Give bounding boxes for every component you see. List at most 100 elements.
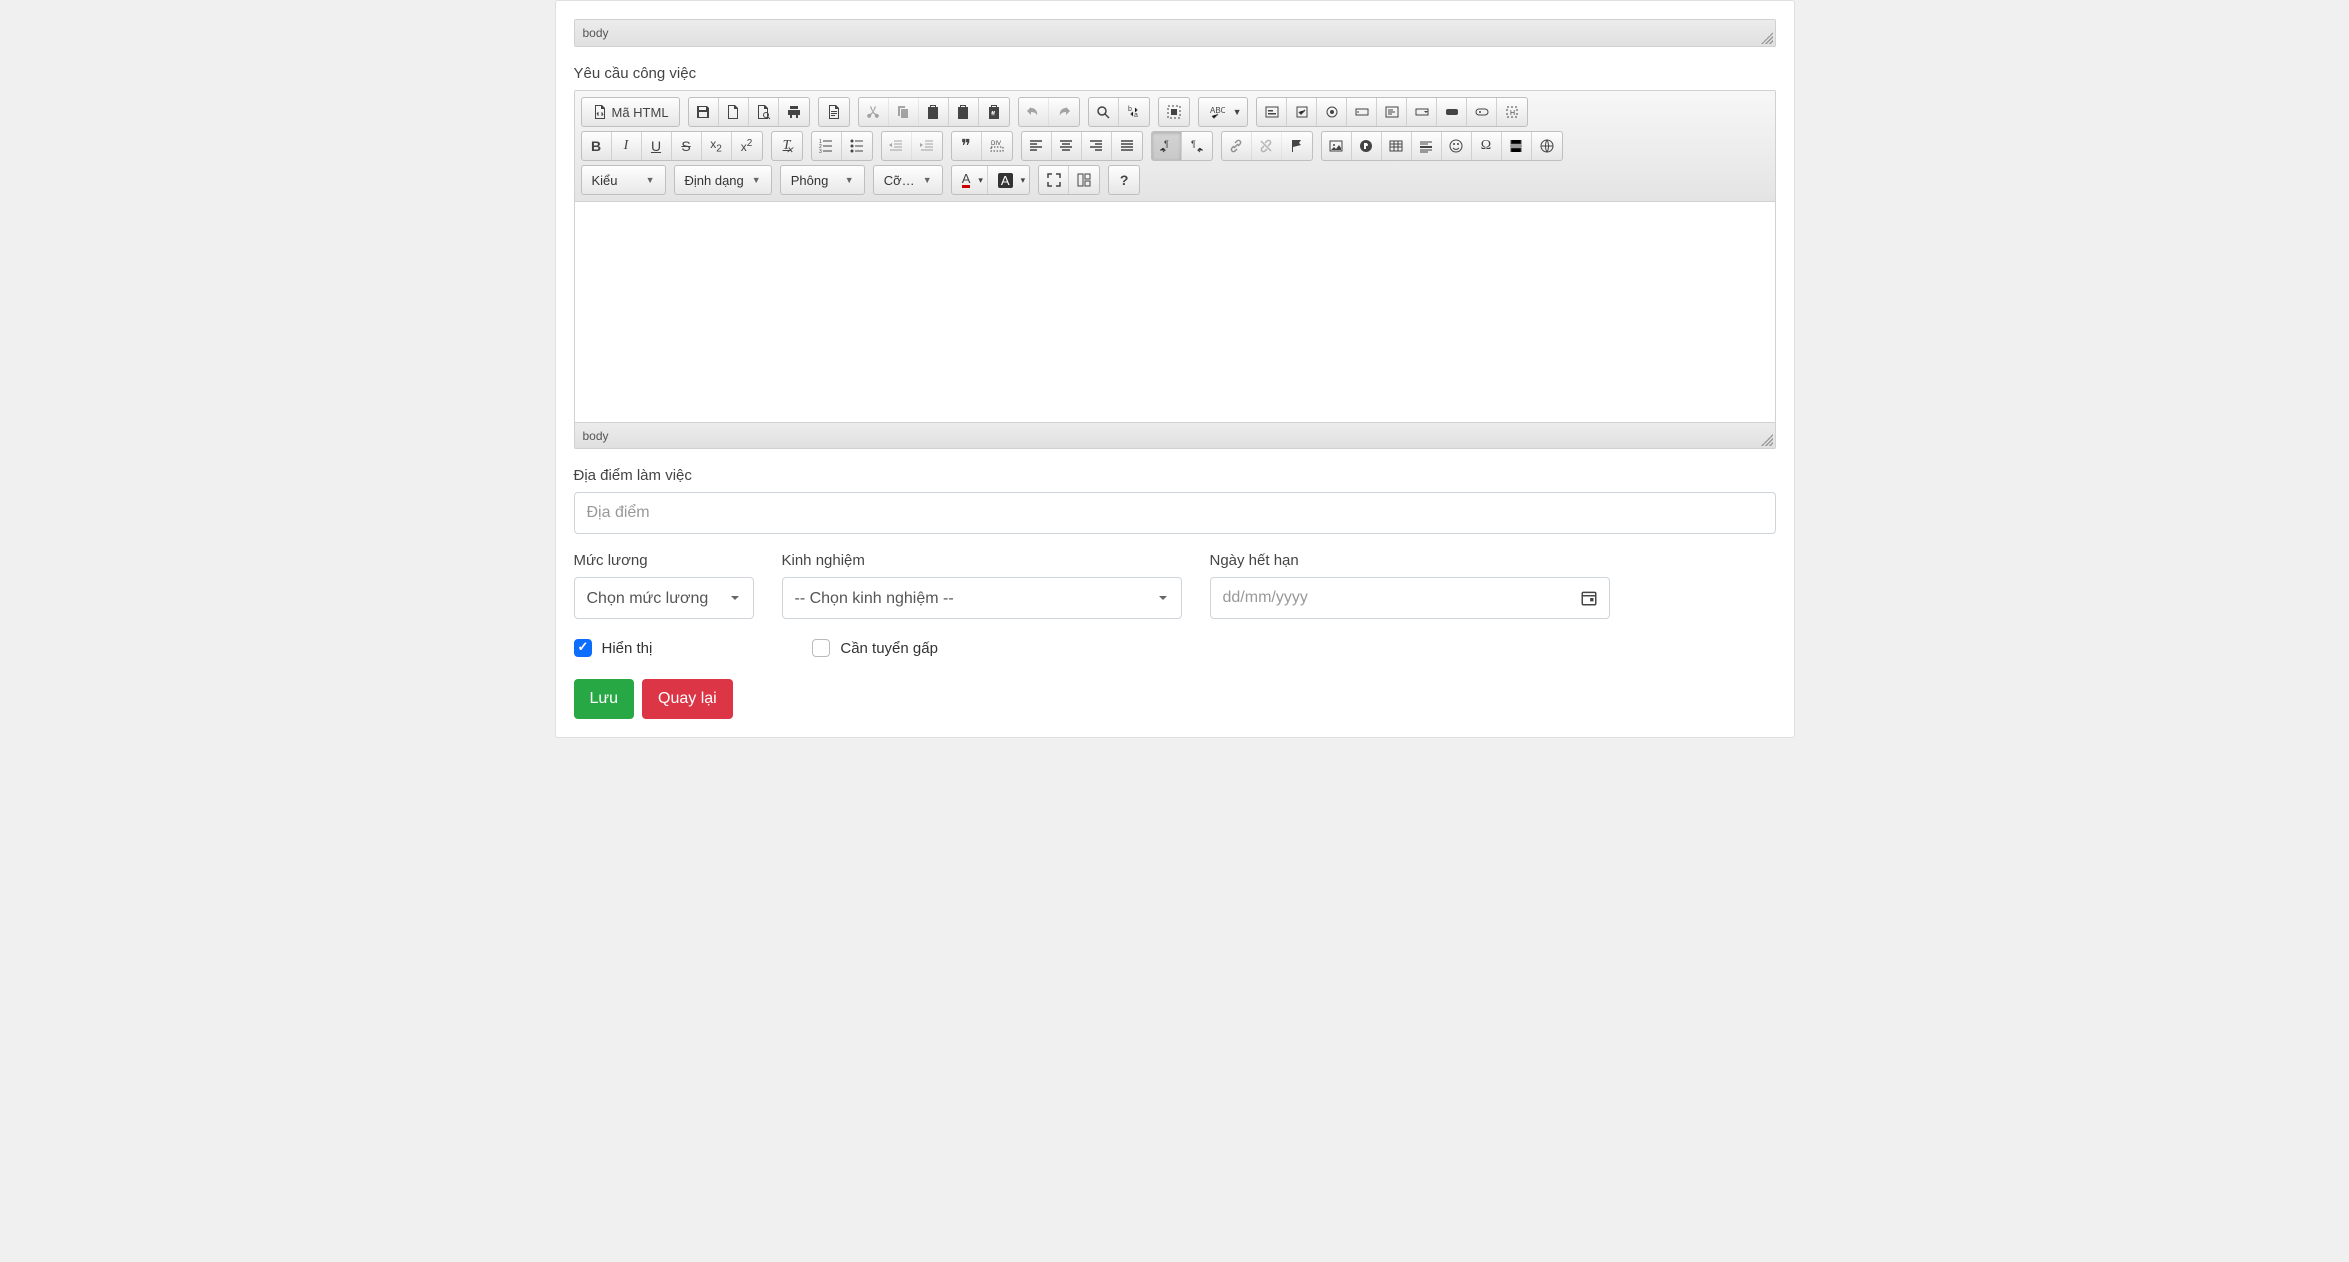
justifyleft-button[interactable] <box>1022 132 1052 160</box>
underline-button[interactable]: U <box>642 132 672 160</box>
maximize-button[interactable] <box>1039 166 1069 194</box>
urgent-check[interactable]: Cần tuyển gấp <box>812 639 938 657</box>
font-combo[interactable]: Phông▼ <box>780 165 865 195</box>
radio-icon <box>1324 104 1340 120</box>
removeformat-button[interactable]: T✕ <box>772 132 802 160</box>
back-button[interactable]: Quay lại <box>642 679 733 719</box>
pagebreak-button[interactable] <box>1502 132 1532 160</box>
cut-button[interactable] <box>859 98 889 126</box>
iframe-button[interactable] <box>1532 132 1562 160</box>
visible-checkbox[interactable] <box>574 639 592 657</box>
justifycenter-button[interactable] <box>1052 132 1082 160</box>
file-code-icon <box>592 104 608 120</box>
form-button[interactable] <box>1257 98 1287 126</box>
superscript-button[interactable]: x2 <box>732 132 762 160</box>
experience-select[interactable]: -- Chọn kinh nghiệm -- <box>782 577 1182 619</box>
strike-button[interactable]: S <box>672 132 702 160</box>
templates-icon <box>826 104 842 120</box>
textfield-icon <box>1354 104 1370 120</box>
pastetext-button[interactable] <box>949 98 979 126</box>
spellcheck-button[interactable]: ABC▼ <box>1199 98 1248 126</box>
styles-combo[interactable]: Kiểu▼ <box>581 165 666 195</box>
undo-button[interactable] <box>1019 98 1049 126</box>
paste-button[interactable] <box>919 98 949 126</box>
size-combo[interactable]: Cỡ…▼ <box>873 165 943 195</box>
subscript-button[interactable]: x2 <box>702 132 732 160</box>
checkbox-button[interactable] <box>1287 98 1317 126</box>
anchor-button[interactable] <box>1282 132 1312 160</box>
indent-icon <box>919 138 935 154</box>
flag-icon <box>1289 138 1305 154</box>
selectall-button[interactable] <box>1159 98 1189 126</box>
editor-1-path: body <box>583 26 609 40</box>
button-button[interactable] <box>1437 98 1467 126</box>
salary-select[interactable]: Chọn mức lương <box>574 577 754 619</box>
removeformat-icon: T✕ <box>783 138 791 154</box>
newpage-icon <box>725 104 741 120</box>
templates-button[interactable] <box>819 98 849 126</box>
showblocks-button[interactable] <box>1069 166 1099 194</box>
undo-icon <box>1025 104 1041 120</box>
location-input[interactable] <box>574 492 1776 534</box>
bold-button[interactable]: B <box>582 132 612 160</box>
radio-button[interactable] <box>1317 98 1347 126</box>
indent-button[interactable] <box>912 132 942 160</box>
strike-icon: S <box>681 138 690 154</box>
table-button[interactable] <box>1382 132 1412 160</box>
blockquote-button[interactable]: ❞ <box>952 132 982 160</box>
expiry-input[interactable] <box>1210 577 1610 619</box>
svg-text:DIV: DIV <box>991 141 1001 147</box>
unlink-button[interactable] <box>1252 132 1282 160</box>
italic-button[interactable]: I <box>612 132 642 160</box>
smiley-button[interactable] <box>1442 132 1472 160</box>
justifyright-button[interactable] <box>1082 132 1112 160</box>
bgcolor-button[interactable]: A▾ <box>988 166 1029 194</box>
svg-text:b: b <box>1128 106 1132 113</box>
replace-icon: ba <box>1126 104 1142 120</box>
save-button[interactable]: Lưu <box>574 679 635 719</box>
select-button[interactable] <box>1407 98 1437 126</box>
pasteword-button[interactable] <box>979 98 1009 126</box>
textcolor-button[interactable]: A▾ <box>952 166 988 194</box>
format-combo[interactable]: Định dạng▼ <box>674 165 772 195</box>
textarea-button[interactable] <box>1377 98 1407 126</box>
outdent-button[interactable] <box>882 132 912 160</box>
select-icon <box>1414 104 1430 120</box>
resize-handle[interactable] <box>1761 32 1773 44</box>
svg-text:¶: ¶ <box>1191 139 1196 149</box>
image-button[interactable] <box>1322 132 1352 160</box>
hr-button[interactable] <box>1412 132 1442 160</box>
cut-icon <box>865 104 881 120</box>
maximize-icon <box>1046 172 1062 188</box>
save-icon-button[interactable] <box>689 98 719 126</box>
button-icon <box>1444 104 1460 120</box>
bulletedlist-button[interactable] <box>842 132 872 160</box>
specialchar-button[interactable]: Ω <box>1472 132 1502 160</box>
creatediv-button[interactable]: DIV <box>982 132 1012 160</box>
link-button[interactable] <box>1222 132 1252 160</box>
justifyblock-button[interactable] <box>1112 132 1142 160</box>
bidiltr-button[interactable]: ¶ <box>1152 132 1182 160</box>
preview-button[interactable] <box>749 98 779 126</box>
svg-text:3: 3 <box>819 149 822 154</box>
urgent-checkbox[interactable] <box>812 639 830 657</box>
imagebutton-button[interactable] <box>1467 98 1497 126</box>
copy-button[interactable] <box>889 98 919 126</box>
bidirtl-button[interactable]: ¶ <box>1182 132 1212 160</box>
about-button[interactable]: ? <box>1109 166 1139 194</box>
svg-text:¶: ¶ <box>1164 139 1169 149</box>
print-button[interactable] <box>779 98 809 126</box>
newpage-button[interactable] <box>719 98 749 126</box>
replace-button[interactable]: ba <box>1119 98 1149 126</box>
hiddenfield-button[interactable]: H <box>1497 98 1527 126</box>
visible-check[interactable]: Hiển thị <box>574 639 653 657</box>
source-button[interactable]: Mã HTML <box>582 98 679 126</box>
resize-handle[interactable] <box>1761 434 1773 446</box>
editor-content-area[interactable] <box>575 202 1775 422</box>
flash-button[interactable] <box>1352 132 1382 160</box>
editor-2-path: body <box>583 429 609 443</box>
find-button[interactable] <box>1089 98 1119 126</box>
numberedlist-button[interactable]: 123 <box>812 132 842 160</box>
redo-button[interactable] <box>1049 98 1079 126</box>
textfield-button[interactable] <box>1347 98 1377 126</box>
